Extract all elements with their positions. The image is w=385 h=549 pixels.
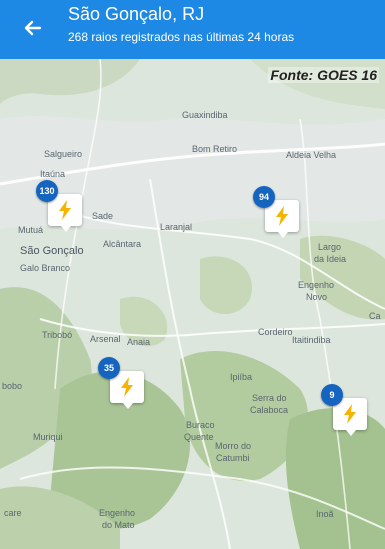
place-label: Ca — [369, 311, 381, 321]
place-label: São Gonçalo — [20, 245, 84, 257]
place-label: Ipiíba — [230, 372, 253, 382]
lightning-icon — [276, 206, 288, 226]
page-subtitle: 268 raios registrados nas últimas 24 hor… — [68, 30, 295, 44]
arrow-back-icon — [24, 20, 42, 36]
strike-count-badge: 94 — [253, 186, 275, 208]
place-label: Largo — [318, 242, 342, 252]
strike-count-badge: 130 — [36, 180, 58, 202]
place-label: Cordeiro — [258, 327, 293, 337]
strike-count-badge: 9 — [321, 384, 343, 406]
data-source-label: Fonte: GOES 16 — [268, 67, 379, 83]
place-label: Engenho — [298, 280, 335, 290]
lightning-cluster-marker[interactable]: 35 — [98, 357, 158, 417]
place-label: Morro do — [215, 441, 252, 451]
place-label: Laranjal — [160, 222, 193, 232]
place-label: Novo — [306, 292, 328, 302]
place-label: care — [4, 508, 22, 518]
place-label: Itaitindiba — [292, 335, 331, 345]
back-button[interactable] — [18, 13, 48, 43]
place-label: Arsenal — [90, 334, 121, 344]
place-label: Buraco — [186, 420, 215, 430]
place-label: Alcântara — [103, 239, 142, 249]
place-label: Itaúna — [40, 169, 66, 179]
place-label: bobo — [2, 381, 23, 391]
lightning-cluster-marker[interactable]: 9 — [321, 384, 381, 444]
place-label: Calaboca — [250, 405, 289, 415]
map-terrain — [0, 59, 385, 549]
place-label: Galo Branco — [20, 263, 71, 273]
lightning-icon — [344, 404, 356, 424]
place-label: Salgueiro — [44, 149, 83, 159]
place-label: Guaxindiba — [182, 110, 228, 120]
place-label: do Mato — [102, 520, 135, 530]
lightning-cluster-marker[interactable]: 130 — [36, 180, 96, 240]
page-title: São Gonçalo, RJ — [68, 4, 205, 24]
place-label: Engenho — [99, 508, 136, 518]
place-label: Bom Retiro — [192, 144, 238, 154]
place-label: Serra do — [252, 393, 287, 403]
app-frame: São Gonçalo, RJ 268 raios registrados na… — [0, 0, 385, 549]
place-label: Catumbi — [216, 453, 250, 463]
place-label: Anaia — [127, 337, 151, 347]
lightning-icon — [121, 377, 133, 397]
place-label: Quente — [184, 432, 214, 442]
lightning-map[interactable]: Fonte: GOES 16 Guaxindiba Salgueiro Bom … — [0, 59, 385, 549]
place-label: da Ideia — [314, 254, 347, 264]
place-label: Aldeia Velha — [286, 150, 337, 160]
app-header: São Gonçalo, RJ 268 raios registrados na… — [0, 0, 385, 59]
place-label: Muriqui — [33, 432, 63, 442]
place-label: Inoã — [316, 509, 334, 519]
lightning-icon — [59, 200, 71, 220]
strike-count-badge: 35 — [98, 357, 120, 379]
place-label: Tribobó — [42, 330, 73, 340]
lightning-cluster-marker[interactable]: 94 — [253, 186, 313, 246]
